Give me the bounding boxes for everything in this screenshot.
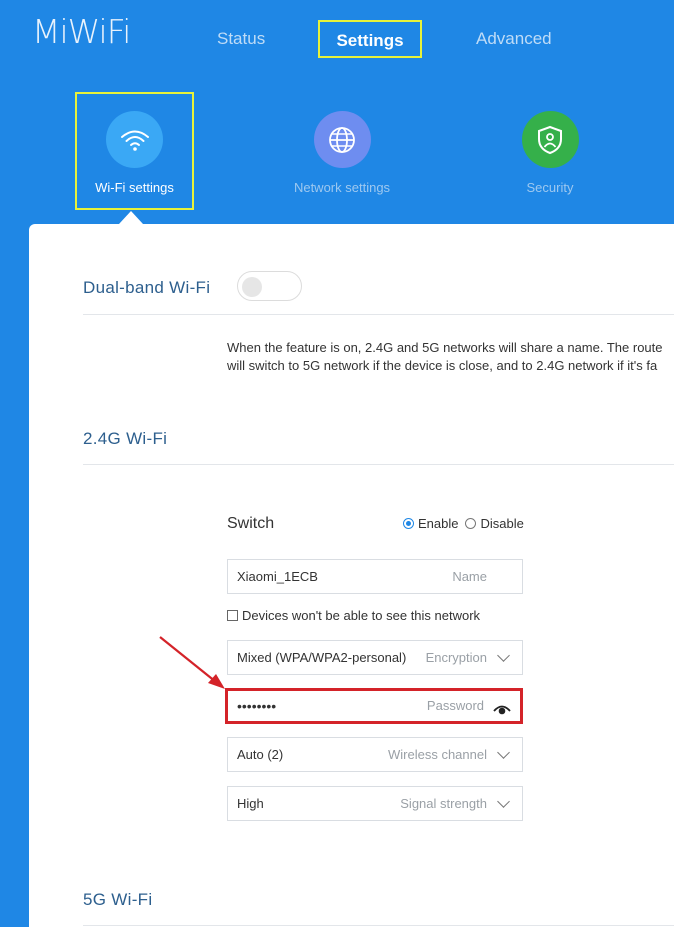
enable-label: Enable [418,516,459,531]
subnav-label: Network settings [293,180,391,195]
subnav-label: Security [526,180,574,195]
chevron-down-icon [497,795,510,808]
enable-radio[interactable] [403,518,414,529]
toggle-knob [242,277,262,297]
wifi-name-field[interactable]: Xiaomi_1ECB Name [227,559,523,594]
divider [83,464,674,465]
subnav-network-settings[interactable]: Network settings [282,111,402,195]
switch-label: Switch [227,515,275,532]
globe-icon [313,111,371,168]
shield-icon [521,111,579,168]
subnav-security[interactable]: Security [491,111,609,195]
chevron-down-icon [497,649,510,662]
channel-value: Auto (2) [237,747,284,762]
wifi-name-value: Xiaomi_1ECB [237,569,318,584]
disable-label: Disable [480,516,524,531]
dual-band-description: When the feature is on, 2.4G and 5G netw… [227,339,674,375]
channel-hint: Wireless channel [388,747,487,762]
encryption-hint: Encryption [425,650,487,665]
annotation-arrow [159,636,225,689]
encryption-select[interactable]: Mixed (WPA/WPA2-personal) Encryption [227,640,523,675]
tab-settings[interactable]: Settings [318,20,422,58]
description-line: When the feature is on, 2.4G and 5G netw… [227,340,663,355]
top-nav: Status Settings Advanced [0,0,674,80]
subnav-wifi-settings[interactable]: Wi-Fi settings [75,92,194,210]
dual-band-toggle[interactable] [237,271,302,301]
encryption-value: Mixed (WPA/WPA2-personal) [237,650,407,665]
chevron-down-icon [497,746,510,759]
signal-strength-select[interactable]: High Signal strength [227,786,523,821]
hide-network-checkbox[interactable] [227,610,238,621]
tab-advanced[interactable]: Advanced [476,20,552,58]
wifi-name-hint: Name [452,569,487,584]
password-value: •••••••• [237,698,277,714]
signal-value: High [237,796,264,811]
description-line: will switch to 5G network if the device … [227,358,658,373]
eye-icon[interactable] [493,698,511,728]
wireless-channel-select[interactable]: Auto (2) Wireless channel [227,737,523,772]
hide-network-label: Devices won't be able to see this networ… [242,608,481,623]
divider [83,925,674,926]
signal-hint: Signal strength [400,796,487,811]
subnav-label: Wi-Fi settings [95,180,174,195]
dual-band-title: Dual-band Wi-Fi [83,278,211,297]
active-tab-pointer [119,211,143,224]
disable-radio[interactable] [465,518,477,529]
wifi24-title: 2.4G Wi-Fi [83,429,168,448]
switch-radio-group: Enable Disable [403,516,524,531]
hide-network-row: Devices won't be able to see this networ… [227,608,480,623]
divider [83,314,674,315]
wifi5-title: 5G Wi-Fi [83,890,153,909]
wifi-icon [106,111,163,168]
password-hint: Password [426,698,484,713]
password-field[interactable]: •••••••• Password [225,688,523,724]
tab-status[interactable]: Status [217,20,265,58]
